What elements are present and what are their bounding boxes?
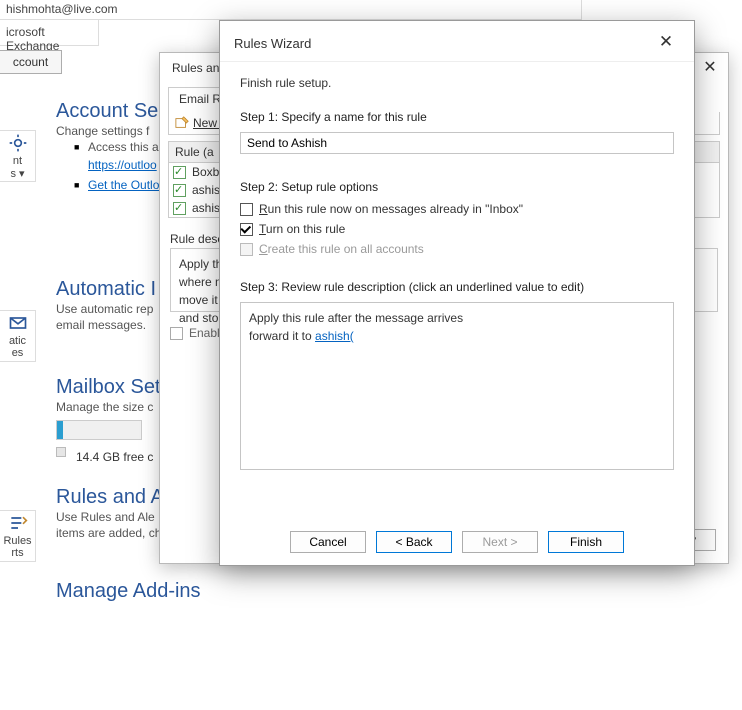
close-icon[interactable]: ✕ <box>652 31 680 55</box>
option-label: Turn on this rule <box>259 222 345 236</box>
section-rules-alerts: Rules and A <box>56 486 164 509</box>
option-all-accounts: Create this rule on all accounts <box>240 242 674 256</box>
step1-label: Step 1: Specify a name for this rule <box>240 110 674 124</box>
section-mailbox: Mailbox Set <box>56 376 161 399</box>
option-run-now[interactable]: Run this rule now on messages already in… <box>240 202 674 216</box>
wizard-title: Rules Wizard <box>234 36 311 51</box>
rule-name-input[interactable] <box>240 132 674 154</box>
next-button: Next > <box>462 531 538 553</box>
rule-checkbox[interactable] <box>173 184 186 197</box>
option-label: Run this rule now on messages already in… <box>259 202 523 216</box>
step3-label: Step 3: Review rule description (click a… <box>240 280 674 294</box>
bullet-icon: ■ <box>74 180 79 190</box>
finish-setup-label: Finish rule setup. <box>240 76 674 90</box>
review-line: Apply this rule after the message arrive… <box>249 309 665 327</box>
badge-label: rts <box>11 547 23 559</box>
storage-free: 14.4 GB free c <box>76 450 153 464</box>
close-icon[interactable]: ✕ <box>700 59 720 79</box>
forward-recipient-link[interactable]: ashish( <box>315 329 354 343</box>
checkbox <box>240 243 253 256</box>
rule-checkbox[interactable] <box>173 202 186 215</box>
checkbox[interactable] <box>240 203 253 216</box>
sidebar-badge[interactable]: nt s ▾ <box>0 130 36 182</box>
account-email: hishmohta@live.com <box>0 0 582 20</box>
storage-legend <box>56 447 66 457</box>
step2-label: Step 2: Setup rule options <box>240 180 674 194</box>
rule-review-box: Apply this rule after the message arrive… <box>240 302 674 470</box>
back-button[interactable]: < Back <box>376 531 452 553</box>
access-text: Access this a <box>88 140 159 154</box>
sidebar-badge[interactable]: atic es <box>0 310 36 362</box>
badge-label: nt <box>13 155 22 167</box>
settings-icon <box>8 133 28 153</box>
option-label: Create this rule on all accounts <box>259 242 424 256</box>
get-outlook-link[interactable]: Get the Outlo <box>88 178 159 192</box>
review-line: forward it to ashish( <box>249 327 665 345</box>
badge-label: es <box>12 347 24 359</box>
mailbox-sub: Manage the size c <box>56 400 153 414</box>
new-rule-icon <box>175 116 189 130</box>
badge-label: Rules <box>3 535 31 547</box>
badge-label: s ▾ <box>10 167 24 180</box>
badge-label: atic <box>9 335 26 347</box>
bullet-icon: ■ <box>74 142 79 152</box>
outlook-web-link[interactable]: https://outloo <box>88 158 157 172</box>
option-turn-on[interactable]: Turn on this rule <box>240 222 674 236</box>
checkbox[interactable] <box>240 223 253 236</box>
rule-checkbox[interactable] <box>173 166 186 179</box>
sidebar-badge[interactable]: Rules rts <box>0 510 36 562</box>
finish-button[interactable]: Finish <box>548 531 624 553</box>
automatic-sub2: email messages. <box>56 318 146 332</box>
section-addins: Manage Add-ins <box>56 580 201 603</box>
automatic-sub1: Use automatic rep <box>56 302 153 316</box>
rules-sub1: Use Rules and Ale <box>56 510 155 524</box>
rules-wizard-dialog: Rules Wizard ✕ Finish rule setup. Step 1… <box>219 20 695 566</box>
account-provider: icrosoft Exchange <box>0 20 99 46</box>
mail-icon <box>8 313 28 333</box>
section-account-settings: Account Se <box>56 100 158 123</box>
account-button[interactable]: ccount <box>0 50 62 74</box>
enable-checkbox[interactable] <box>170 327 183 340</box>
cancel-button[interactable]: Cancel <box>290 531 366 553</box>
storage-bar <box>56 420 142 440</box>
review-text: forward it to <box>249 329 315 343</box>
section-automatic: Automatic I <box>56 278 156 301</box>
section-account-sub: Change settings f <box>56 124 149 138</box>
rules-icon <box>8 513 28 533</box>
